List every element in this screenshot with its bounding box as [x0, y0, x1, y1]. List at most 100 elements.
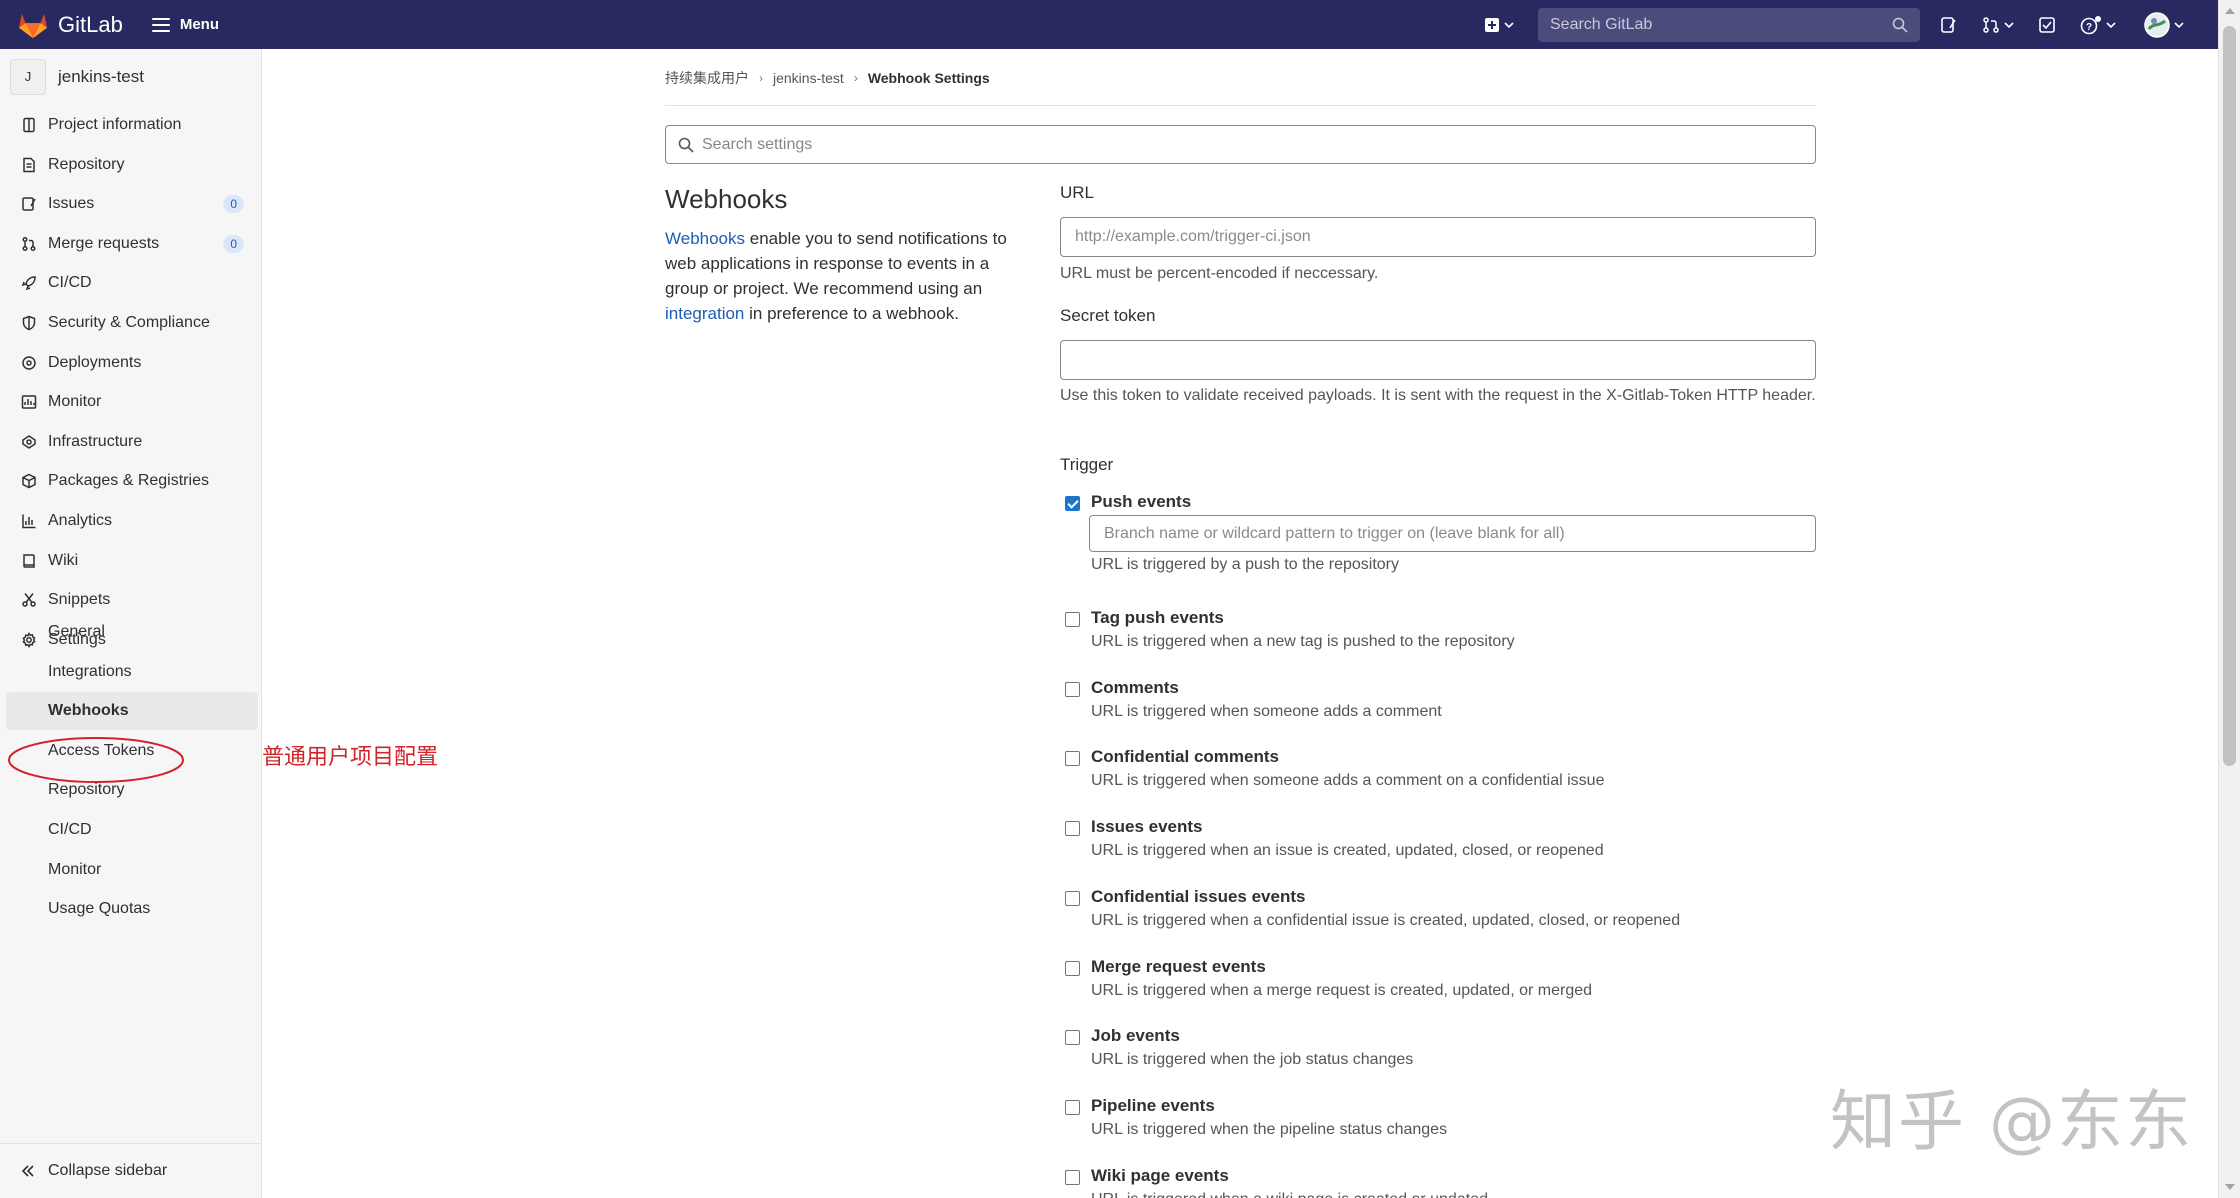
secret-token-label: Secret token: [1060, 306, 1156, 325]
trigger-title[interactable]: Pipeline events: [1091, 1096, 1215, 1116]
sidebar-item-merge-requests[interactable]: Merge requests 0: [0, 225, 262, 263]
integration-link[interactable]: integration: [665, 304, 744, 323]
trigger-title[interactable]: Confidential issues events: [1091, 887, 1305, 907]
sidebar-item-label: Security & Compliance: [48, 314, 210, 331]
sidebar-item-label: Merge requests: [48, 234, 160, 252]
branch-filter-input[interactable]: [1089, 515, 1816, 552]
annotation-text: 普通用户项目配置: [262, 745, 439, 770]
package-icon: [20, 472, 38, 490]
trigger-title[interactable]: Comments: [1091, 678, 1179, 698]
merge-requests-nav-button[interactable]: [1982, 16, 2014, 34]
count-badge: 0: [223, 234, 244, 253]
push-events-checkbox[interactable]: [1065, 496, 1080, 511]
breadcrumb-group[interactable]: 持续集成用户: [665, 68, 749, 88]
todos-nav-button[interactable]: [2038, 16, 2056, 34]
sidebar: J jenkins-test Project information Reposi…: [0, 49, 262, 1198]
confidential-comments-checkbox[interactable]: [1065, 751, 1080, 767]
trigger-title[interactable]: Confidential comments: [1091, 747, 1279, 767]
trigger-label: Trigger: [1060, 455, 1114, 474]
collapse-sidebar-button[interactable]: Collapse sidebar: [0, 1143, 262, 1198]
sidebar-item-deployments[interactable]: Deployments: [0, 344, 262, 382]
doc-icon: [20, 156, 38, 174]
trigger-help: URL is triggered when someone adds a com…: [1091, 702, 1442, 720]
settings-search[interactable]: [665, 125, 1816, 164]
settings-sub-item-usage-quotas-7[interactable]: Usage Quotas: [0, 890, 262, 928]
sidebar-item-analytics[interactable]: Analytics: [0, 502, 262, 540]
trigger-wiki-page-events: Wiki page events URL is triggered when a …: [1060, 1166, 1816, 1198]
merge-request-events-checkbox[interactable]: [1065, 960, 1080, 976]
chart-icon: [20, 512, 38, 530]
rocket-icon: [20, 274, 38, 292]
menu-label: Menu: [179, 16, 219, 33]
gitlab-logo[interactable]: GitLab: [18, 11, 123, 39]
trigger-title[interactable]: Tag push events: [1091, 608, 1224, 628]
sidebar-project-header[interactable]: J jenkins-test: [0, 49, 261, 104]
settings-sub-item-integrations-1[interactable]: Integrations: [0, 653, 262, 691]
tag-push-events-checkbox[interactable]: [1065, 612, 1080, 627]
settings-sub-item-label: Integrations: [48, 662, 132, 680]
trigger-help: URL is triggered when an issue is create…: [1091, 842, 1604, 860]
settings-sub-item-label: Monitor: [48, 860, 102, 878]
scroll-down-icon[interactable]: [2225, 1184, 2235, 1190]
sidebar-item-packages-registries[interactable]: Packages & Registries: [0, 462, 262, 500]
issues-events-checkbox[interactable]: [1065, 821, 1080, 837]
sidebar-item-project-information[interactable]: Project information: [0, 106, 262, 144]
merge-request-icon: [20, 235, 38, 253]
comments-checkbox[interactable]: [1065, 681, 1080, 697]
pipeline-events-checkbox[interactable]: [1065, 1099, 1080, 1115]
sidebar-item-label: CI/CD: [48, 274, 92, 292]
wiki-page-events-checkbox[interactable]: [1065, 1169, 1080, 1185]
sidebar-item-label: Deployments: [48, 353, 142, 371]
trigger-help: URL is triggered when a confidential iss…: [1091, 911, 1681, 929]
chevron-down-icon: [1504, 21, 1514, 28]
issues-nav-button[interactable]: [1940, 16, 1958, 34]
settings-sub-item-ci-cd-5[interactable]: CI/CD: [0, 811, 262, 849]
help-nav-button[interactable]: ?: [2080, 15, 2116, 35]
sidebar-item-repository[interactable]: Repository: [0, 146, 262, 184]
trigger-job-events: Job events URL is triggered when the job …: [1060, 1026, 1816, 1076]
page-scrollbar[interactable]: [2218, 0, 2240, 1198]
user-menu[interactable]: [2144, 11, 2184, 38]
plus-square-icon: [1485, 17, 1499, 32]
scissors-icon: [20, 591, 38, 609]
trigger-title[interactable]: Job events: [1091, 1026, 1180, 1046]
global-search-input[interactable]: Search GitLab: [1538, 7, 1920, 42]
trigger-title[interactable]: Merge request events: [1091, 957, 1266, 977]
breadcrumb-current[interactable]: Webhook Settings: [868, 70, 990, 86]
new-dropdown[interactable]: [1484, 17, 1514, 33]
webhooks-doc-link[interactable]: Webhooks: [665, 229, 745, 248]
sidebar-item-monitor[interactable]: Monitor: [0, 383, 262, 421]
confidential-issues-events-checkbox[interactable]: [1065, 890, 1080, 906]
secret-token-input[interactable]: [1060, 340, 1816, 380]
scroll-thumb[interactable]: [2223, 26, 2236, 766]
settings-sub-item-general-0[interactable]: General: [0, 613, 262, 651]
sidebar-item-label: Repository: [48, 155, 125, 173]
sidebar-item-infrastructure[interactable]: Infrastructure: [0, 423, 262, 461]
trigger-title[interactable]: Wiki page events: [1091, 1166, 1229, 1186]
url-input[interactable]: [1060, 217, 1816, 257]
trigger-help: URL is triggered when someone adds a com…: [1091, 772, 1605, 790]
job-events-checkbox[interactable]: [1065, 1030, 1080, 1046]
svg-text:?: ?: [2086, 22, 2092, 33]
trigger-help: URL is triggered when the job status cha…: [1091, 1051, 1414, 1069]
sidebar-item-security-compliance[interactable]: Security & Compliance: [0, 304, 262, 342]
settings-sub-item-webhooks-2[interactable]: Webhooks: [6, 692, 258, 731]
project-name: jenkins-test: [58, 66, 144, 86]
chevron-down-icon: [2174, 21, 2184, 28]
trigger-title[interactable]: Push events: [1091, 492, 1191, 512]
settings-sub-item-monitor-6[interactable]: Monitor: [0, 851, 262, 889]
scroll-up-icon[interactable]: [2225, 8, 2235, 14]
trigger-comments: Comments URL is triggered when someone ad…: [1060, 678, 1816, 728]
issues-icon: [20, 195, 38, 213]
search-icon: [1892, 17, 1908, 33]
menu-button[interactable]: Menu: [151, 16, 219, 33]
trigger-merge-request-events: Merge request events URL is triggered whe…: [1060, 957, 1816, 1007]
trigger-title[interactable]: Issues events: [1091, 817, 1203, 837]
sidebar-item-label: Wiki: [48, 551, 79, 569]
settings-search-input[interactable]: [702, 135, 1702, 154]
breadcrumb-project[interactable]: jenkins-test: [773, 70, 844, 86]
sidebar-item-issues[interactable]: Issues 0: [0, 185, 262, 223]
settings-sub-item-label: General: [48, 623, 105, 640]
sidebar-item-wiki[interactable]: Wiki: [0, 542, 262, 580]
sidebar-item-ci-cd[interactable]: CI/CD: [0, 264, 262, 302]
